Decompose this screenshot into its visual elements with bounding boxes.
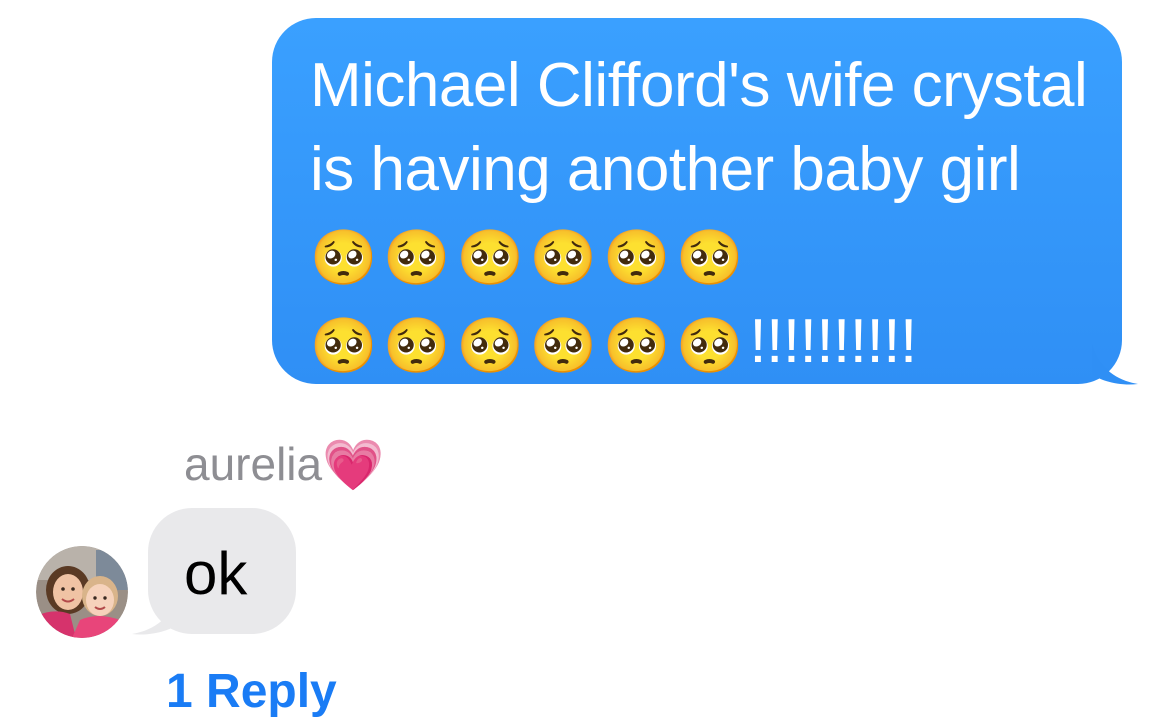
- avatar-photo-icon: [36, 546, 128, 638]
- contact-avatar[interactable]: [36, 546, 128, 638]
- outgoing-message-body: Michael Clifford's wife crystal is havin…: [310, 51, 1105, 204]
- pleading-face-emoji-row-1: 🥺🥺🥺🥺🥺🥺: [310, 228, 750, 288]
- exclamation-marks: !!!!!!!!!!: [749, 307, 917, 376]
- outgoing-message-text: Michael Clifford's wife crystal is havin…: [310, 44, 1090, 388]
- pink-heart-icon: 💗: [322, 437, 385, 493]
- thread-reply-link[interactable]: 1 Reply: [166, 660, 337, 724]
- sender-name-text: aurelia: [184, 438, 323, 490]
- incoming-bubble-tail: [132, 594, 178, 635]
- incoming-message-text: ok: [184, 540, 248, 607]
- pleading-face-emoji-row-2: 🥺🥺🥺🥺🥺🥺: [310, 316, 750, 376]
- messages-thread: Michael Clifford's wife crystal is havin…: [0, 0, 1170, 728]
- outgoing-bubble-tail: [1092, 344, 1138, 385]
- sender-name: aurelia💗: [184, 434, 384, 494]
